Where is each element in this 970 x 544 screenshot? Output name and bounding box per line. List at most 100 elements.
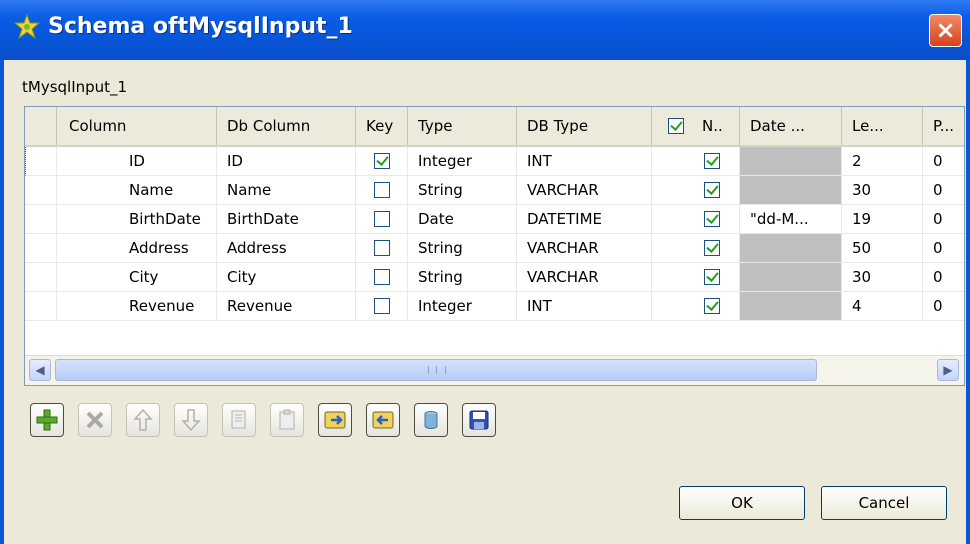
key-checkbox[interactable] <box>374 240 390 256</box>
nullable-checkbox[interactable] <box>704 240 720 256</box>
key-checkbox[interactable] <box>374 269 390 285</box>
cell-column[interactable]: BirthDate <box>57 205 217 234</box>
cell-key[interactable] <box>356 205 408 234</box>
horizontal-scrollbar[interactable]: ◀ ▶ <box>25 355 964 385</box>
key-checkbox[interactable] <box>374 182 390 198</box>
cell-db-column[interactable]: City <box>217 263 356 292</box>
row-handle[interactable] <box>25 263 57 292</box>
cell-db-type[interactable]: VARCHAR <box>517 263 652 292</box>
row-handle[interactable] <box>25 234 57 263</box>
cell-date[interactable] <box>740 147 842 176</box>
cell-date[interactable]: "dd-M... <box>740 205 842 234</box>
table-row[interactable]: Address Address String VARCHAR 50 0 <box>25 234 964 263</box>
cell-type[interactable]: String <box>408 234 517 263</box>
row-handle[interactable] <box>25 147 57 176</box>
cell-db-type[interactable]: VARCHAR <box>517 234 652 263</box>
cell-db-type[interactable]: VARCHAR <box>517 176 652 205</box>
save-schema-button[interactable] <box>462 403 496 437</box>
cell-db-type[interactable]: INT <box>517 147 652 176</box>
header-column[interactable]: Column <box>57 107 217 145</box>
cell-length[interactable]: 30 <box>842 176 923 205</box>
scroll-thumb[interactable] <box>55 359 817 381</box>
cell-db-column[interactable]: Name <box>217 176 356 205</box>
cell-key[interactable] <box>356 292 408 321</box>
header-precision[interactable]: P... <box>923 107 964 145</box>
ok-button[interactable]: OK <box>679 486 805 520</box>
import-button[interactable] <box>318 403 352 437</box>
key-checkbox[interactable] <box>374 153 390 169</box>
cell-db-column[interactable]: ID <box>217 147 356 176</box>
key-checkbox[interactable] <box>374 298 390 314</box>
header-key[interactable]: Key <box>356 107 408 145</box>
cell-precision[interactable]: 0 <box>923 234 964 263</box>
nullable-checkbox[interactable] <box>704 298 720 314</box>
cell-length[interactable]: 50 <box>842 234 923 263</box>
cell-type[interactable]: Integer <box>408 147 517 176</box>
header-date-pattern[interactable]: Date ... <box>740 107 842 145</box>
scroll-left-arrow-icon[interactable]: ◀ <box>29 359 51 381</box>
cell-type[interactable]: Integer <box>408 292 517 321</box>
cell-key[interactable] <box>356 263 408 292</box>
cell-nullable[interactable] <box>652 263 740 292</box>
cancel-button[interactable]: Cancel <box>821 486 947 520</box>
nullable-checkbox[interactable] <box>704 182 720 198</box>
cell-length[interactable]: 19 <box>842 205 923 234</box>
header-nullable[interactable]: N.. <box>652 107 740 145</box>
retrieve-schema-button[interactable] <box>414 403 448 437</box>
cell-key[interactable] <box>356 176 408 205</box>
header-type[interactable]: Type <box>408 107 517 145</box>
cell-db-column[interactable]: Address <box>217 234 356 263</box>
header-db-type[interactable]: DB Type <box>517 107 652 145</box>
table-row[interactable]: Revenue Revenue Integer INT 4 0 <box>25 292 964 321</box>
cell-date[interactable] <box>740 234 842 263</box>
nullable-checkbox[interactable] <box>704 269 720 285</box>
title-bar[interactable]: Schema oftMysqlInput_1 × <box>0 0 970 60</box>
cell-nullable[interactable] <box>652 292 740 321</box>
remove-row-button[interactable] <box>78 403 112 437</box>
scroll-right-arrow-icon[interactable]: ▶ <box>937 359 959 381</box>
cell-date[interactable] <box>740 263 842 292</box>
cell-length[interactable]: 4 <box>842 292 923 321</box>
cell-column[interactable]: Address <box>57 234 217 263</box>
nullable-checkbox[interactable] <box>704 211 720 227</box>
key-checkbox[interactable] <box>374 211 390 227</box>
row-handle[interactable] <box>25 205 57 234</box>
cell-db-type[interactable]: DATETIME <box>517 205 652 234</box>
copy-button[interactable] <box>222 403 256 437</box>
cell-precision[interactable]: 0 <box>923 176 964 205</box>
nullable-all-checkbox[interactable] <box>668 118 684 134</box>
table-row[interactable]: BirthDate BirthDate Date DATETIME "dd-M... 19… <box>25 205 964 234</box>
header-length[interactable]: Le... <box>842 107 923 145</box>
cell-key[interactable] <box>356 234 408 263</box>
cell-db-column[interactable]: Revenue <box>217 292 356 321</box>
cell-column[interactable]: ID <box>57 147 217 176</box>
header-db-column[interactable]: Db Column <box>217 107 356 145</box>
paste-button[interactable] <box>270 403 304 437</box>
cell-key[interactable] <box>356 147 408 176</box>
cell-nullable[interactable] <box>652 176 740 205</box>
cell-precision[interactable]: 0 <box>923 205 964 234</box>
cell-date[interactable] <box>740 292 842 321</box>
cell-nullable[interactable] <box>652 205 740 234</box>
cell-type[interactable]: String <box>408 263 517 292</box>
cell-type[interactable]: String <box>408 176 517 205</box>
table-row[interactable]: Name Name String VARCHAR 30 0 <box>25 176 964 205</box>
move-down-button[interactable] <box>174 403 208 437</box>
cell-column[interactable]: Revenue <box>57 292 217 321</box>
nullable-checkbox[interactable] <box>704 153 720 169</box>
cell-column[interactable]: Name <box>57 176 217 205</box>
cell-length[interactable]: 30 <box>842 263 923 292</box>
export-button[interactable] <box>366 403 400 437</box>
add-row-button[interactable] <box>30 403 64 437</box>
row-handle[interactable] <box>25 292 57 321</box>
cell-length[interactable]: 2 <box>842 147 923 176</box>
move-up-button[interactable] <box>126 403 160 437</box>
cell-db-column[interactable]: BirthDate <box>217 205 356 234</box>
cell-nullable[interactable] <box>652 147 740 176</box>
cell-precision[interactable]: 0 <box>923 292 964 321</box>
cell-precision[interactable]: 0 <box>923 147 964 176</box>
cell-column[interactable]: City <box>57 263 217 292</box>
cell-type[interactable]: Date <box>408 205 517 234</box>
table-row[interactable]: ID ID Integer INT 2 0 <box>25 147 964 176</box>
cell-precision[interactable]: 0 <box>923 263 964 292</box>
